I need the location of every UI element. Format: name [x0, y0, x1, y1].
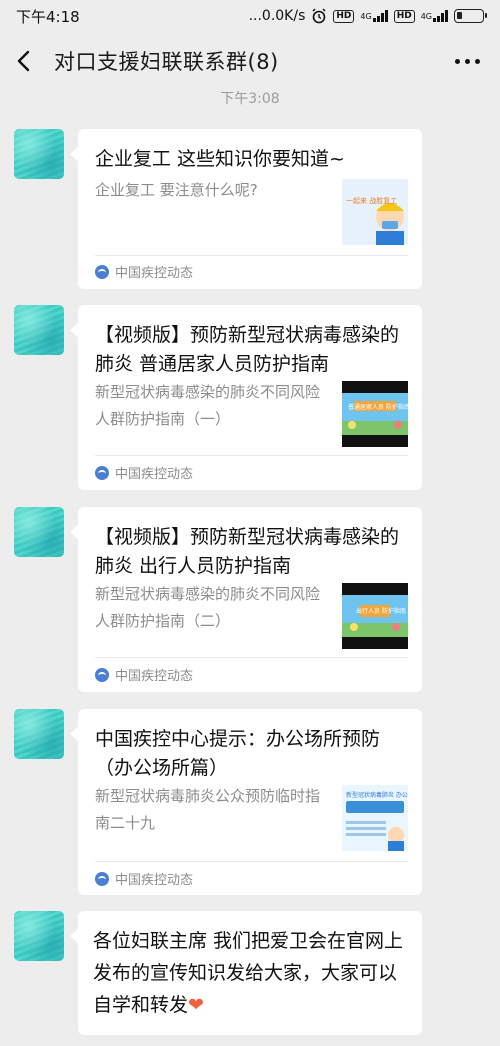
article-card[interactable]: 【视频版】预防新型冠状病毒感染的肺炎 出行人员防护指南 新型冠状病毒感染的肺炎不… — [70, 507, 422, 692]
article-thumbnail: 普通居家人员 防护指南 — [342, 381, 408, 447]
thumbnail-text: 出行人员 防护指南 — [356, 607, 406, 615]
signal-icon-2: 4G — [421, 10, 448, 22]
card-divider — [95, 455, 408, 456]
avatar[interactable] — [14, 305, 64, 355]
article-card[interactable]: 中国疾控中心提示：办公场所预防（办公场所篇） 新型冠状病毒肺炎公众预防临时指南二… — [70, 709, 422, 895]
message-text: 各位妇联主席 我们把爱卫会在官网上发布的宣传知识发给大家，大家可以自学和转发 — [93, 930, 404, 1016]
article-description: 新型冠状病毒感染的肺炎不同风险人群防护指南（一） — [95, 383, 321, 428]
status-time: 下午4:18 — [16, 7, 80, 26]
back-button[interactable] — [16, 41, 44, 81]
article-title: 【视频版】预防新型冠状病毒感染的肺炎 普通居家人员防护指南 — [95, 324, 400, 375]
article-thumbnail: 新型冠状病毒肺炎 办公场所预防 临时指南 — [342, 785, 408, 851]
network-speed: ...0.0K/s — [248, 8, 306, 24]
chat-message: 各位妇联主席 我们把爱卫会在官网上发布的宣传知识发给大家，大家可以自学和转发❤ — [14, 911, 486, 1035]
chat-message: 【视频版】预防新型冠状病毒感染的肺炎 出行人员防护指南 新型冠状病毒感染的肺炎不… — [14, 507, 486, 692]
article-card[interactable]: 企业复工 这些知识你要知道~ 企业复工 要注意什么呢? 一起来 战胜复工 中国疾… — [70, 129, 422, 289]
chat-message: 中国疾控中心提示：办公场所预防（办公场所篇） 新型冠状病毒肺炎公众预防临时指南二… — [14, 709, 486, 895]
text-message[interactable]: 各位妇联主席 我们把爱卫会在官网上发布的宣传知识发给大家，大家可以自学和转发❤ — [70, 911, 422, 1035]
avatar[interactable] — [14, 129, 64, 179]
chat-message: 【视频版】预防新型冠状病毒感染的肺炎 普通居家人员防护指南 新型冠状病毒感染的肺… — [14, 305, 486, 490]
card-divider — [95, 657, 408, 658]
article-thumbnail: 出行人员 防护指南 — [342, 583, 408, 649]
article-thumbnail: 一起来 战胜复工 — [342, 179, 408, 245]
message-timestamp: 下午3:08 — [220, 91, 280, 107]
article-card[interactable]: 【视频版】预防新型冠状病毒感染的肺炎 普通居家人员防护指南 新型冠状病毒感染的肺… — [70, 305, 422, 490]
article-source: 中国疾控动态 — [95, 262, 193, 281]
source-logo-icon — [95, 465, 109, 480]
article-description: 企业复工 要注意什么呢? — [95, 181, 258, 199]
card-divider — [95, 255, 408, 256]
chat-header: 对口支援妇联联系群(8) — [0, 32, 500, 90]
avatar[interactable] — [14, 911, 64, 961]
source-name: 中国疾控动态 — [115, 669, 194, 684]
thumbnail-text: 普通居家人员 防护指南 — [348, 403, 408, 411]
hd-icon-2: HD — [393, 9, 415, 23]
heart-emoji-icon: ❤ — [188, 994, 204, 1016]
article-source: 中国疾控动态 — [95, 665, 193, 684]
more-button[interactable] — [451, 49, 484, 74]
article-source: 中国疾控动态 — [95, 463, 193, 482]
avatar[interactable] — [14, 709, 64, 759]
hd-icon: HD — [333, 9, 355, 23]
source-logo-icon — [95, 667, 109, 682]
signal-icon-1: 4G — [360, 10, 388, 22]
card-divider — [95, 861, 408, 862]
status-bar: 下午4:18 ...0.0K/s HD 4G HD 4G — [0, 0, 500, 32]
article-source: 中国疾控动态 — [95, 869, 193, 888]
article-title: 【视频版】预防新型冠状病毒感染的肺炎 出行人员防护指南 — [95, 526, 400, 577]
article-description: 新型冠状病毒感染的肺炎不同风险人群防护指南（二） — [95, 585, 321, 630]
article-description: 新型冠状病毒肺炎公众预防临时指南二十九 — [95, 787, 321, 832]
battery-icon — [454, 9, 487, 23]
thumbnail-text: 新型冠状病毒肺炎 办公场所预防 临时指南 — [346, 791, 408, 799]
source-logo-icon — [95, 264, 109, 279]
alarm-icon — [311, 8, 327, 24]
status-icons: ...0.0K/s HD 4G HD 4G — [248, 8, 487, 24]
source-name: 中国疾控动态 — [115, 873, 194, 888]
source-logo-icon — [95, 871, 109, 886]
chat-message: 企业复工 这些知识你要知道~ 企业复工 要注意什么呢? 一起来 战胜复工 中国疾… — [14, 129, 486, 289]
thumbnail-text: 一起来 战胜复工 — [346, 196, 397, 205]
avatar[interactable] — [14, 507, 64, 557]
source-name: 中国疾控动态 — [115, 467, 194, 482]
more-dots-icon — [455, 58, 460, 64]
chevron-left-icon — [17, 50, 30, 72]
article-title: 企业复工 这些知识你要知道~ — [95, 148, 345, 170]
article-title: 中国疾控中心提示：办公场所预防（办公场所篇） — [95, 728, 381, 779]
source-name: 中国疾控动态 — [115, 266, 194, 281]
chat-title: 对口支援妇联联系群(8) — [54, 50, 279, 74]
